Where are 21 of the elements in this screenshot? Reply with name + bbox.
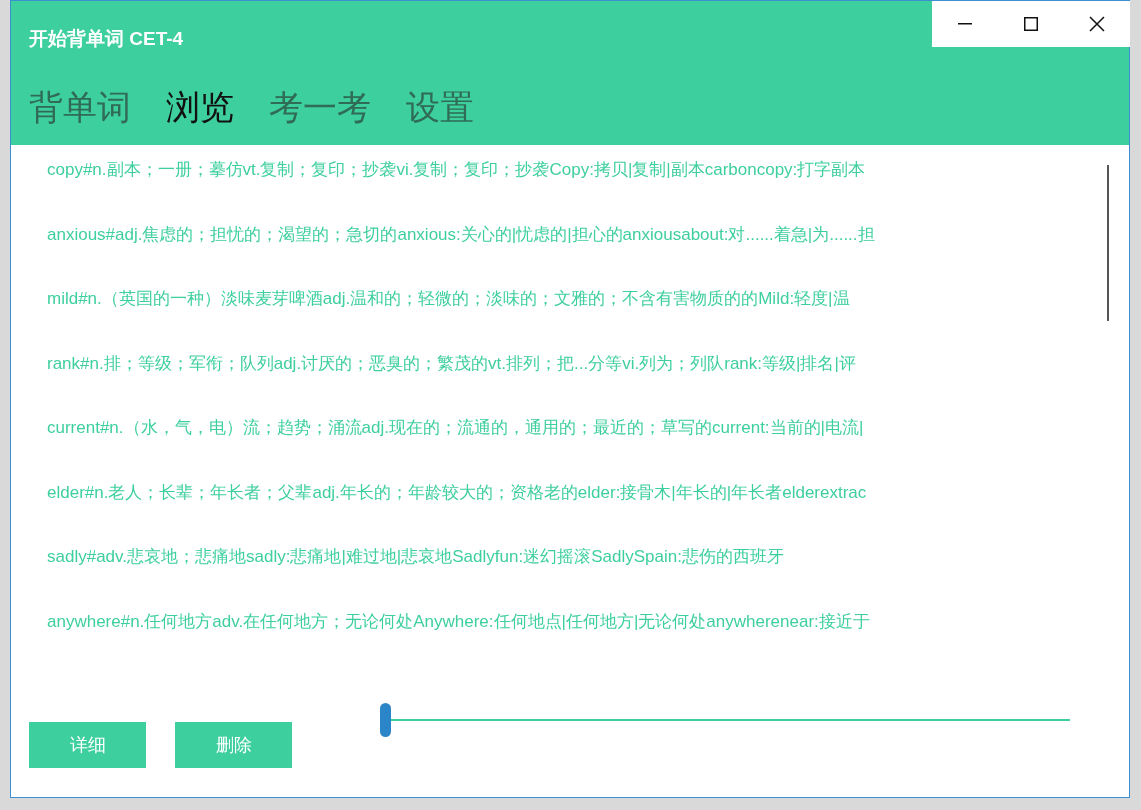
window-title: 开始背单词 CET-4: [29, 27, 184, 51]
minimize-icon: [958, 23, 972, 25]
tab[interactable]: 考一考: [269, 85, 371, 129]
tab[interactable]: 浏览: [166, 85, 234, 129]
word-entry[interactable]: copy#n.副本；一册；摹仿vt.复制；复印；抄袭vi.复制；复印；抄袭Copy:拷贝|复制|副本carboncopy:打字副本: [47, 157, 866, 222]
action-button[interactable]: 详细: [29, 722, 146, 768]
tab[interactable]: 设置: [406, 85, 474, 129]
word-entry[interactable]: sadly#adv.悲哀地；悲痛地sadly:悲痛地|难过地|悲哀地Sadlyfun:迷幻摇滚SadlySpain:悲伤的西班牙: [47, 544, 784, 609]
close-icon: [1089, 16, 1105, 32]
slider[interactable]: [380, 703, 1070, 737]
word-entry[interactable]: anywhere#n.任何地方adv.在任何地方；无论何处Anywhere:任何地点|任何地方|无论何处anywherenear:接近于: [47, 608, 870, 673]
slider-thumb[interactable]: [380, 703, 391, 737]
tab[interactable]: 背单词: [29, 85, 131, 129]
maximize-icon: [1024, 17, 1038, 31]
word-entry[interactable]: mild#n.（英国的一种）淡味麦芽啤酒adj.温和的；轻微的；淡味的；文雅的；不含有害物质的的Mild:轻度|温: [47, 286, 850, 351]
word-entry[interactable]: anxious#adj.焦虑的；担忧的；渴望的；急切的anxious:关心的|忧虑的|担心的anxiousabout:对......着急|为......担: [47, 221, 875, 286]
action-button[interactable]: 删除: [175, 722, 292, 768]
word-entry[interactable]: rank#n.排；等级；军衔；队列adj.讨厌的；恶臭的；繁茂的vt.排列；把...分等vi.列为；列队rank:等级|排名|评: [47, 350, 856, 415]
word-entry[interactable]: elder#n.老人；长辈；年长者；父辈adj.年长的；年龄较大的；资格老的elder:接骨木|年长的|年长者elderextrac: [47, 479, 867, 544]
scrollbar[interactable]: [1107, 165, 1109, 321]
word-entry[interactable]: current#n.（水，气，电）流；趋势；涌流adj.现在的；流通的，通用的；最近的；草写的current:当前的|电流|: [47, 415, 864, 480]
